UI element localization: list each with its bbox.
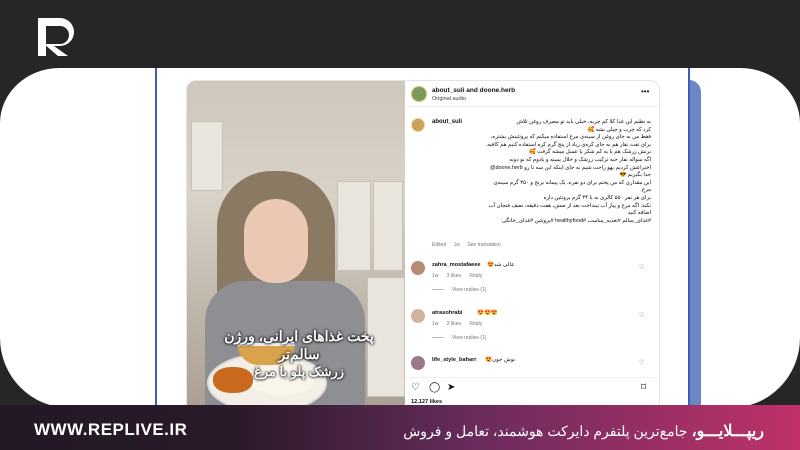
header-username[interactable]: about_suli and doone.herb — [432, 87, 515, 94]
comment-text: 😍😍😍 — [477, 310, 498, 316]
edited-label: Edited — [432, 242, 447, 248]
more-icon[interactable]: ••• — [641, 87, 649, 96]
cabinet — [191, 121, 223, 191]
comment-username[interactable]: zahra_mostafaeee — [432, 262, 481, 268]
post-video[interactable]: پخت غذاهای ایرانی، ورژن سالم‌تر زرشک پلو… — [187, 81, 405, 407]
heart-icon[interactable]: ♡ — [411, 382, 420, 393]
footer-url[interactable]: WWW.REPLIVE.IR — [34, 420, 187, 440]
comment-age: 1w — [432, 273, 439, 279]
caption-avatar[interactable] — [411, 118, 425, 132]
caption-text: به تظیم این غذا کلا کم چربه، خیلی باید ت… — [485, 119, 651, 224]
reply-button[interactable]: Reply — [469, 273, 482, 279]
header-audio[interactable]: Original audio — [432, 96, 466, 102]
comment-item: atrasohrabi 😍😍😍 ♡ 1w 2 likes Reply View … — [405, 309, 659, 349]
comment-meta: 1w 2 likes Reply — [432, 321, 489, 327]
heart-icon[interactable]: ♡ — [639, 359, 644, 366]
top-band — [0, 0, 800, 75]
cabinet — [337, 181, 371, 271]
heart-icon[interactable]: ♡ — [639, 264, 644, 271]
footer-tagline-text: جامع‌ترین پلتفرم دایرکت هوشمند، تعامل و … — [403, 423, 688, 439]
comment-likes[interactable]: 3 likes — [447, 273, 461, 279]
view-replies-link[interactable]: View replies (1) — [432, 287, 486, 293]
cabinet — [373, 181, 403, 271]
person-face — [244, 199, 308, 283]
comment-username[interactable]: life_style_baharr — [432, 357, 476, 363]
overlay-title: پخت غذاهای ایرانی، ورژن سالم‌تر — [224, 328, 374, 362]
footer-tagline: ریپـــلایـــو، جامع‌ترین پلتفرم دایرکت ه… — [403, 421, 764, 441]
footer-brand: ریپـــلایـــو، — [691, 423, 764, 440]
comment-avatar[interactable] — [411, 356, 425, 370]
replive-logo-icon — [38, 18, 74, 56]
view-replies-link[interactable]: View replies (1) — [432, 335, 486, 341]
post-actions: ♡ ◯ ➤ ⌑ 12,127 likes — [405, 377, 659, 407]
instagram-post: پخت غذاهای ایرانی، ورژن سالم‌تر زرشک پلو… — [186, 80, 660, 408]
comment-age: 1w — [432, 321, 439, 327]
caption-age: 1w — [453, 242, 460, 248]
avatar[interactable] — [411, 86, 427, 102]
see-translation-link[interactable]: See translation — [467, 242, 500, 248]
comment-text: نوش جون😍 — [485, 357, 516, 363]
comment-text: عالی شد😍 — [487, 262, 515, 268]
comment-meta: 1w 3 likes Reply — [432, 273, 489, 279]
comment-username[interactable]: atrasohrabi — [432, 310, 462, 316]
share-icon[interactable]: ➤ — [447, 382, 455, 393]
heart-icon[interactable]: ♡ — [639, 312, 644, 319]
comment-icon[interactable]: ◯ — [429, 382, 440, 393]
comment-avatar[interactable] — [411, 309, 425, 323]
bookmark-icon[interactable]: ⌑ — [641, 382, 646, 393]
post-header: about_suli and doone.herb Original audio… — [405, 81, 659, 107]
comment-likes[interactable]: 2 likes — [447, 321, 461, 327]
comment-item: zahra_mostafaeee عالی شد😍 ♡ 1w 3 likes R… — [405, 261, 659, 301]
caption-meta: Edited 1w See translation — [432, 242, 507, 248]
overlay-subtitle: زرشک پلو با مرغ — [253, 364, 345, 379]
reply-button[interactable]: Reply — [469, 321, 482, 327]
post-side-panel: about_suli and doone.herb Original audio… — [405, 81, 659, 407]
video-overlay-text: پخت غذاهای ایرانی، ورژن سالم‌تر زرشک پلو… — [209, 327, 389, 381]
comment-avatar[interactable] — [411, 261, 425, 275]
